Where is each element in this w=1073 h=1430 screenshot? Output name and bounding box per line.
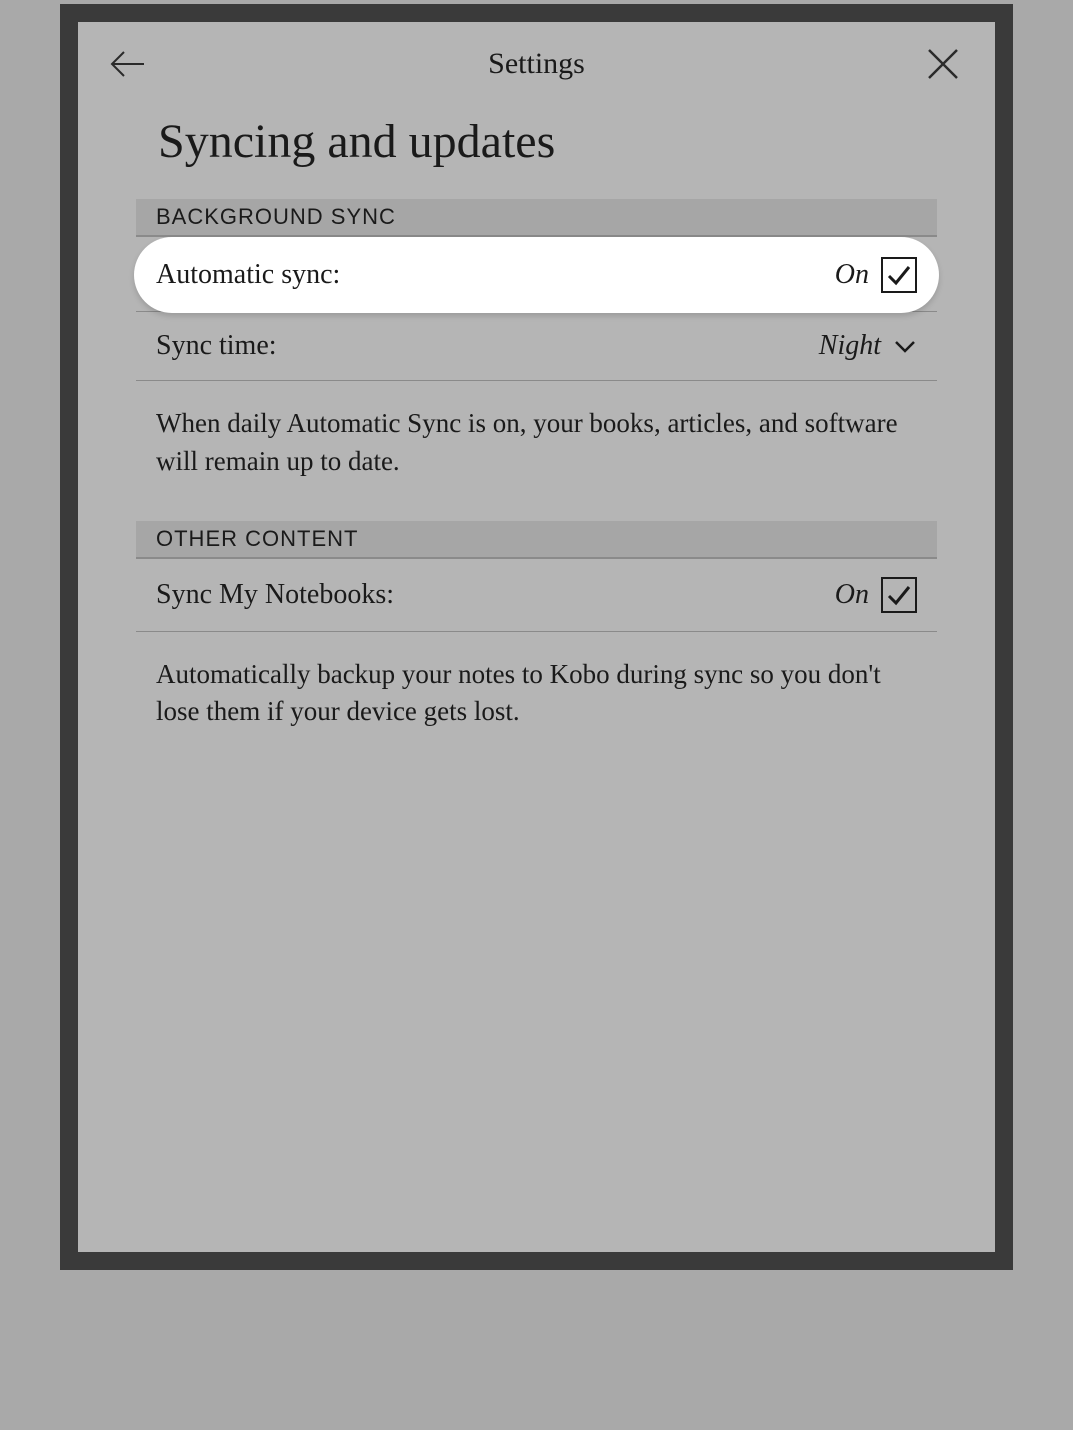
automatic-sync-row[interactable]: Automatic sync: On — [134, 237, 939, 313]
sync-notebooks-checkbox[interactable] — [881, 577, 917, 613]
back-button[interactable] — [110, 44, 150, 84]
close-button[interactable] — [923, 44, 963, 84]
background-sync-description: When daily Automatic Sync is on, your bo… — [136, 381, 937, 521]
sync-notebooks-value-group: On — [835, 577, 917, 613]
checkmark-icon — [886, 262, 912, 288]
close-icon — [926, 47, 960, 81]
settings-panel: Settings Syncing and updates BACKGROUND … — [78, 22, 995, 1252]
page-title: Syncing and updates — [78, 104, 995, 199]
sync-time-value-group: Night — [819, 330, 917, 362]
automatic-sync-value-group: On — [835, 257, 917, 293]
back-arrow-icon — [110, 50, 146, 78]
sync-notebooks-label: Sync My Notebooks: — [156, 579, 394, 611]
header-title: Settings — [488, 47, 585, 81]
sync-notebooks-row[interactable]: Sync My Notebooks: On — [136, 559, 937, 632]
sync-notebooks-value: On — [835, 579, 869, 611]
automatic-sync-checkbox[interactable] — [881, 257, 917, 293]
section-header-other-content: OTHER CONTENT — [136, 521, 937, 559]
sync-time-value: Night — [819, 330, 881, 362]
automatic-sync-label: Automatic sync: — [156, 259, 340, 291]
sync-time-row[interactable]: Sync time: Night — [136, 312, 937, 381]
header-bar: Settings — [78, 22, 995, 104]
sync-time-dropdown[interactable] — [893, 334, 917, 358]
other-content-description: Automatically backup your notes to Kobo … — [136, 632, 937, 772]
automatic-sync-value: On — [835, 259, 869, 291]
sync-time-label: Sync time: — [156, 330, 277, 362]
checkmark-icon — [886, 582, 912, 608]
section-header-background-sync: BACKGROUND SYNC — [136, 199, 937, 237]
window-frame: Settings Syncing and updates BACKGROUND … — [60, 4, 1013, 1270]
chevron-down-icon — [894, 339, 916, 353]
